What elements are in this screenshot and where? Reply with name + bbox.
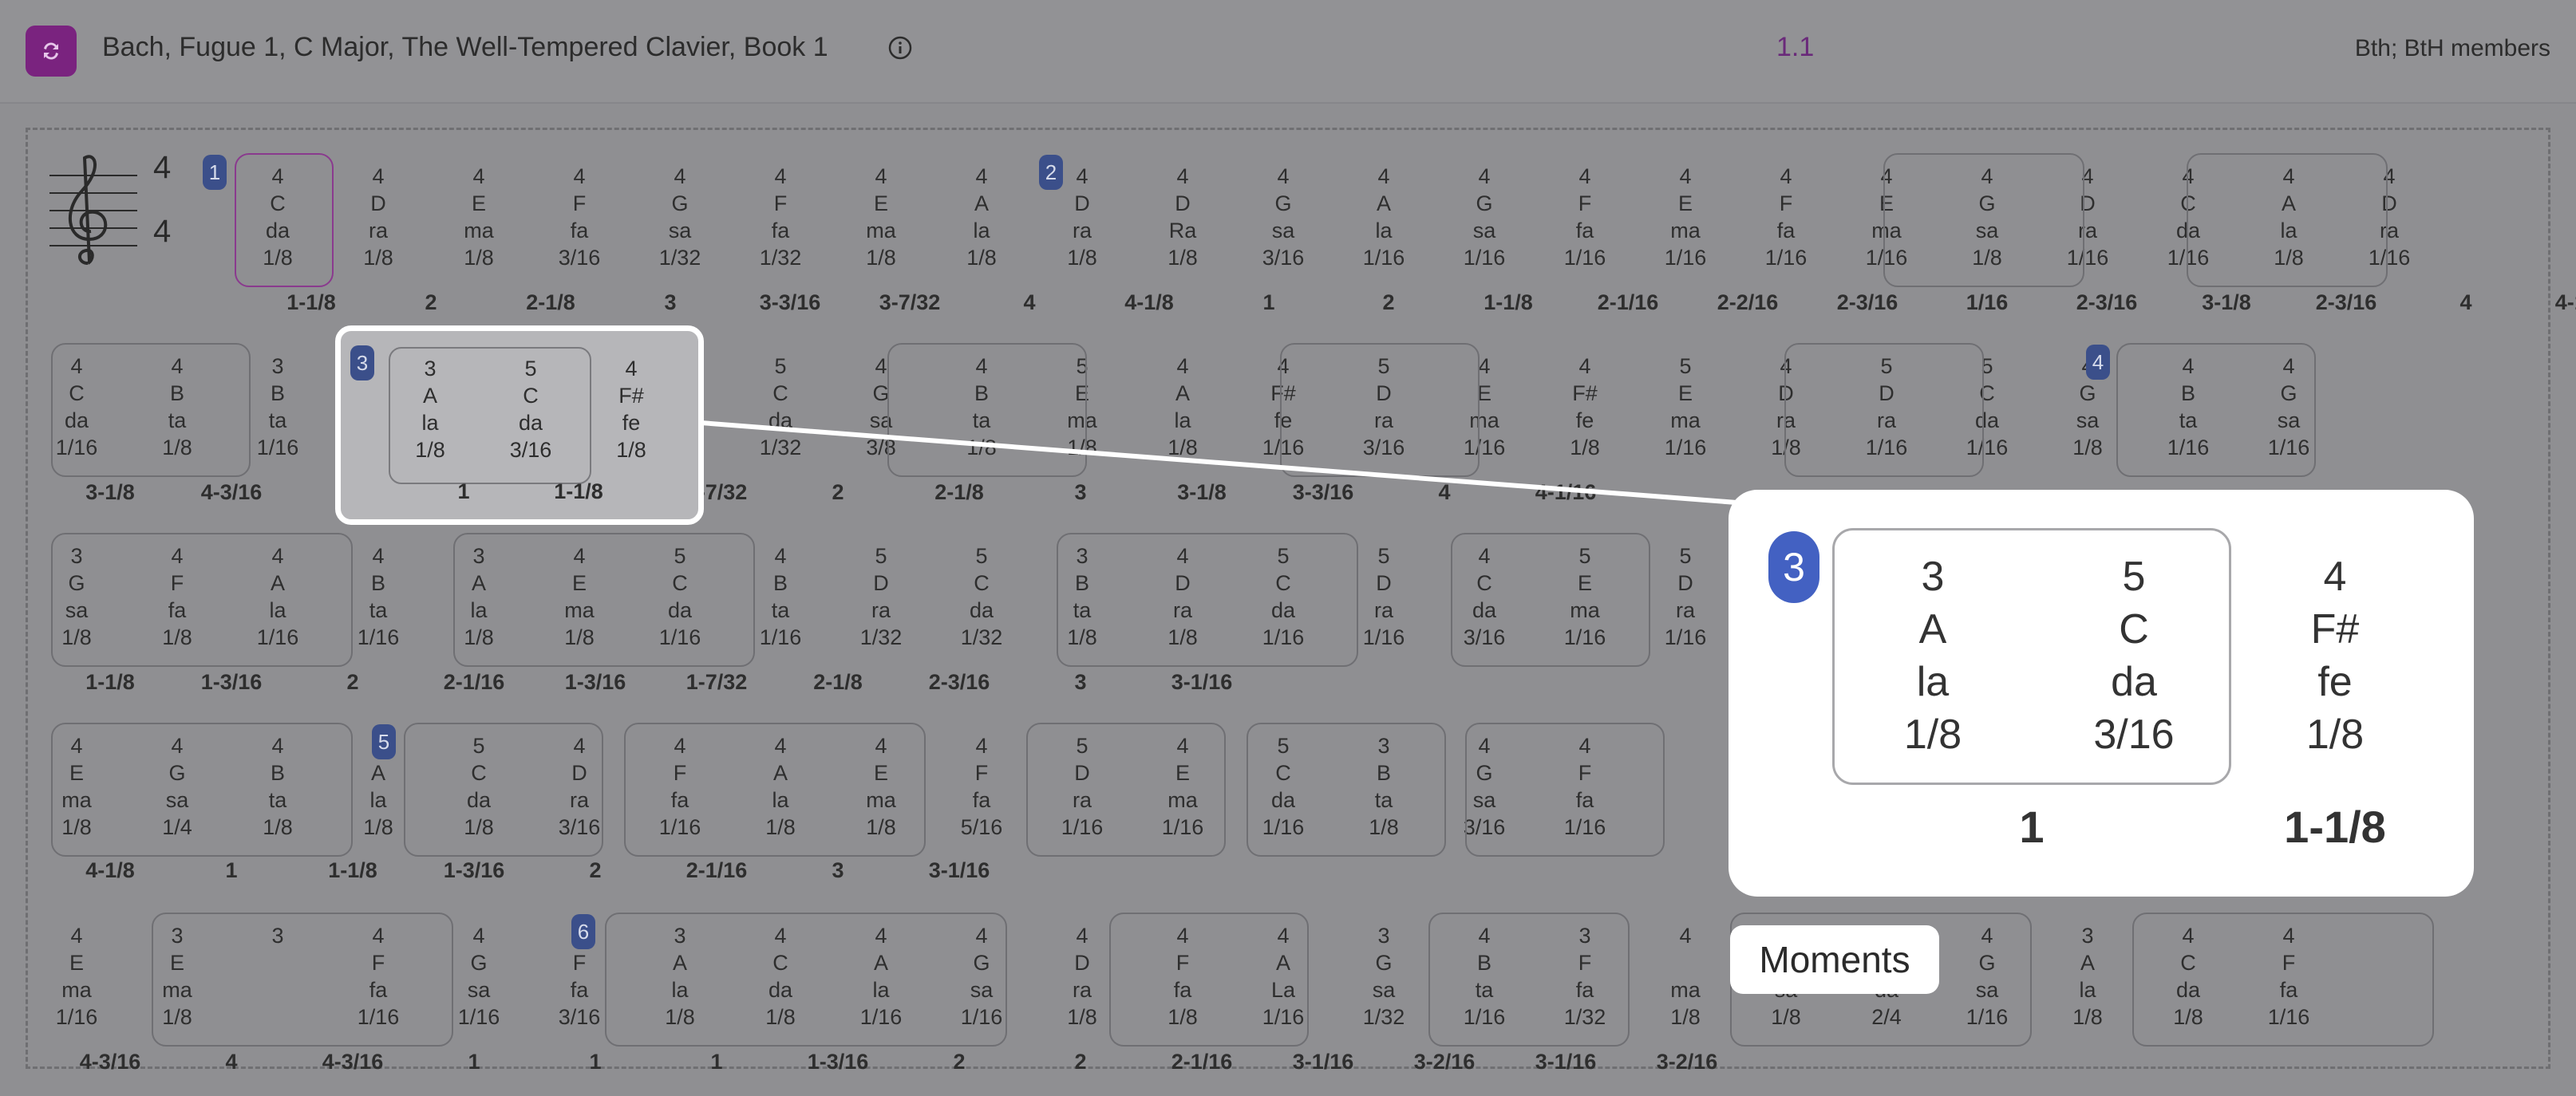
zoom-beat-label: 1-1/8 bbox=[2284, 802, 2386, 852]
selected-note[interactable]: 4 F# fe 1/8 bbox=[593, 355, 670, 463]
zoom-note-s: la bbox=[1916, 659, 1950, 705]
selected-beat-label: 1 bbox=[457, 479, 470, 503]
selected-beat-label: 1-1/8 bbox=[554, 479, 603, 503]
zoom-note-n: A bbox=[1918, 606, 1947, 652]
note-n: F# bbox=[618, 384, 644, 408]
selected-measure-badge: 3 bbox=[350, 345, 374, 380]
note-s: da bbox=[518, 411, 543, 435]
selected-note[interactable]: 5 Cda 3/16 bbox=[492, 355, 569, 463]
note-d: 3/16 bbox=[509, 438, 552, 462]
zoom-note-n: F# bbox=[2310, 606, 2360, 652]
note-d: 1/8 bbox=[415, 438, 445, 462]
zoom-note-o: 3 bbox=[1921, 554, 1945, 600]
zoom-note-o: 5 bbox=[2122, 554, 2146, 600]
zoom-note: 4 F# fe 1/8 bbox=[2263, 550, 2407, 761]
note-o: 4 bbox=[625, 357, 638, 380]
zoom-note-d: 1/8 bbox=[2305, 712, 2365, 758]
note-d: 1/8 bbox=[616, 438, 646, 462]
zoom-beat-label: 1 bbox=[2019, 802, 2045, 852]
note-o: 3 bbox=[424, 357, 437, 380]
note-s: fe bbox=[622, 411, 641, 435]
selected-moment[interactable]: 3 3 Ala 1/8 5 Cda 3/16 4 F# fe 1/8 1 1-1/8 bbox=[335, 325, 704, 525]
zoom-note-n: C bbox=[2119, 606, 2149, 652]
zoom-panel: 3 3 Ala 1/8 5 Cda 3/16 4 F# fe 1/8 1 1-1/8 bbox=[1729, 490, 2474, 897]
zoom-note-s: fe bbox=[2317, 659, 2353, 705]
note-n: C bbox=[523, 384, 539, 408]
moments-tooltip: Moments bbox=[1730, 925, 1939, 994]
zoom-note-d: 3/16 bbox=[2093, 712, 2175, 758]
zoom-note-s: da bbox=[2111, 659, 2157, 705]
zoom-note: 5 Cda 3/16 bbox=[2062, 550, 2206, 761]
note-o: 5 bbox=[524, 357, 537, 380]
zoom-note-d: 1/8 bbox=[1903, 712, 1962, 758]
zoom-note-o: 4 bbox=[2323, 554, 2347, 600]
note-n: A bbox=[422, 384, 437, 408]
selected-note[interactable]: 3 Ala 1/8 bbox=[392, 355, 468, 463]
zoom-measure-badge: 3 bbox=[1768, 531, 1819, 603]
zoom-note: 3 Ala 1/8 bbox=[1861, 550, 2005, 761]
note-s: la bbox=[421, 411, 439, 435]
